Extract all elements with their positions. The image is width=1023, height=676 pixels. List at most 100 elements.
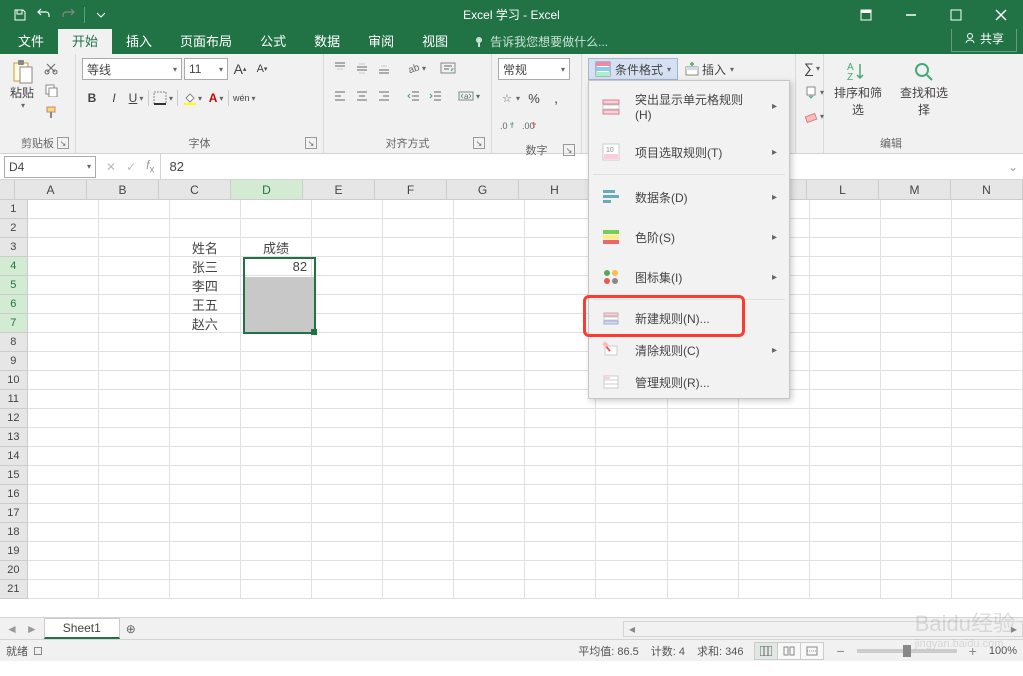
cell[interactable]	[454, 561, 525, 580]
cell[interactable]	[241, 409, 312, 428]
tab-data[interactable]: 数据	[300, 27, 354, 54]
cell[interactable]	[810, 409, 881, 428]
cell[interactable]	[241, 352, 312, 371]
cell[interactable]	[810, 219, 881, 238]
cell[interactable]	[312, 409, 383, 428]
cell[interactable]	[810, 333, 881, 352]
cell[interactable]	[881, 504, 952, 523]
cell[interactable]	[312, 523, 383, 542]
cell[interactable]	[312, 447, 383, 466]
cell[interactable]	[525, 523, 596, 542]
cell[interactable]	[881, 409, 952, 428]
cell[interactable]	[312, 295, 383, 314]
align-bottom-icon[interactable]	[374, 58, 394, 78]
cell[interactable]	[241, 504, 312, 523]
cell[interactable]	[881, 352, 952, 371]
cell[interactable]	[952, 219, 1023, 238]
cell[interactable]	[170, 219, 241, 238]
cell[interactable]	[739, 561, 810, 580]
cell[interactable]	[99, 428, 170, 447]
comma-icon[interactable]: ,	[546, 88, 566, 108]
cell[interactable]	[312, 238, 383, 257]
cell[interactable]	[810, 257, 881, 276]
cell[interactable]	[312, 485, 383, 504]
cf-icon-sets[interactable]: 图标集(I) ▸	[589, 257, 789, 297]
row-header[interactable]: 6	[0, 295, 28, 314]
cell[interactable]	[881, 333, 952, 352]
cell[interactable]	[739, 523, 810, 542]
cell[interactable]	[596, 485, 667, 504]
normal-view-icon[interactable]	[754, 642, 778, 660]
cell[interactable]	[170, 523, 241, 542]
cell[interactable]	[241, 390, 312, 409]
align-launcher-icon[interactable]: ↘	[473, 137, 485, 149]
cell[interactable]	[952, 276, 1023, 295]
cell[interactable]	[881, 219, 952, 238]
cell[interactable]	[525, 276, 596, 295]
percent-icon[interactable]: %	[524, 88, 544, 108]
cell[interactable]	[383, 219, 454, 238]
row-header[interactable]: 3	[0, 238, 28, 257]
cell[interactable]	[383, 561, 454, 580]
cell[interactable]	[881, 428, 952, 447]
cell[interactable]	[952, 257, 1023, 276]
qat-customize-icon[interactable]	[89, 3, 113, 27]
cell[interactable]	[881, 257, 952, 276]
cell[interactable]	[739, 542, 810, 561]
row-header[interactable]: 15	[0, 466, 28, 485]
cell[interactable]	[454, 200, 525, 219]
decrease-indent-icon[interactable]	[404, 86, 424, 106]
copy-icon[interactable]	[40, 80, 62, 100]
cell[interactable]	[881, 314, 952, 333]
col-header-H[interactable]: H	[519, 180, 591, 199]
cell[interactable]	[312, 466, 383, 485]
cell[interactable]	[525, 314, 596, 333]
decrease-decimal-icon[interactable]: .00	[520, 116, 540, 136]
cell[interactable]	[668, 409, 739, 428]
cell[interactable]	[525, 295, 596, 314]
cell[interactable]	[170, 447, 241, 466]
number-format-combo[interactable]: 常规▾	[498, 58, 570, 80]
cell[interactable]	[383, 485, 454, 504]
cell[interactable]	[312, 352, 383, 371]
col-header-C[interactable]: C	[159, 180, 231, 199]
cell[interactable]	[881, 276, 952, 295]
row-header[interactable]: 2	[0, 219, 28, 238]
cell[interactable]	[525, 333, 596, 352]
row-header[interactable]: 17	[0, 504, 28, 523]
cell[interactable]	[810, 200, 881, 219]
cell[interactable]	[454, 447, 525, 466]
cell[interactable]	[383, 428, 454, 447]
cell[interactable]	[28, 580, 99, 599]
cell[interactable]	[810, 466, 881, 485]
minimize-button[interactable]	[888, 0, 933, 29]
cell[interactable]	[454, 276, 525, 295]
row-header[interactable]: 14	[0, 447, 28, 466]
cell[interactable]	[952, 447, 1023, 466]
cell[interactable]	[241, 466, 312, 485]
cell[interactable]	[28, 352, 99, 371]
cell[interactable]	[383, 447, 454, 466]
cell[interactable]	[525, 504, 596, 523]
row-header[interactable]: 9	[0, 352, 28, 371]
cell[interactable]	[312, 219, 383, 238]
cell[interactable]	[312, 200, 383, 219]
cancel-icon[interactable]: ✕	[106, 160, 116, 174]
cell[interactable]	[952, 295, 1023, 314]
cell[interactable]	[170, 580, 241, 599]
cell[interactable]	[596, 523, 667, 542]
cell[interactable]	[810, 504, 881, 523]
cell[interactable]	[881, 390, 952, 409]
cell[interactable]	[99, 409, 170, 428]
cell[interactable]	[454, 219, 525, 238]
italic-button[interactable]: I	[104, 88, 124, 108]
cell[interactable]	[596, 466, 667, 485]
cell[interactable]	[454, 295, 525, 314]
cell[interactable]	[810, 314, 881, 333]
cell[interactable]	[383, 580, 454, 599]
select-all-button[interactable]	[0, 180, 15, 199]
cell[interactable]	[525, 219, 596, 238]
cell[interactable]	[383, 371, 454, 390]
cell[interactable]	[99, 390, 170, 409]
macro-record-icon[interactable]	[34, 647, 42, 655]
